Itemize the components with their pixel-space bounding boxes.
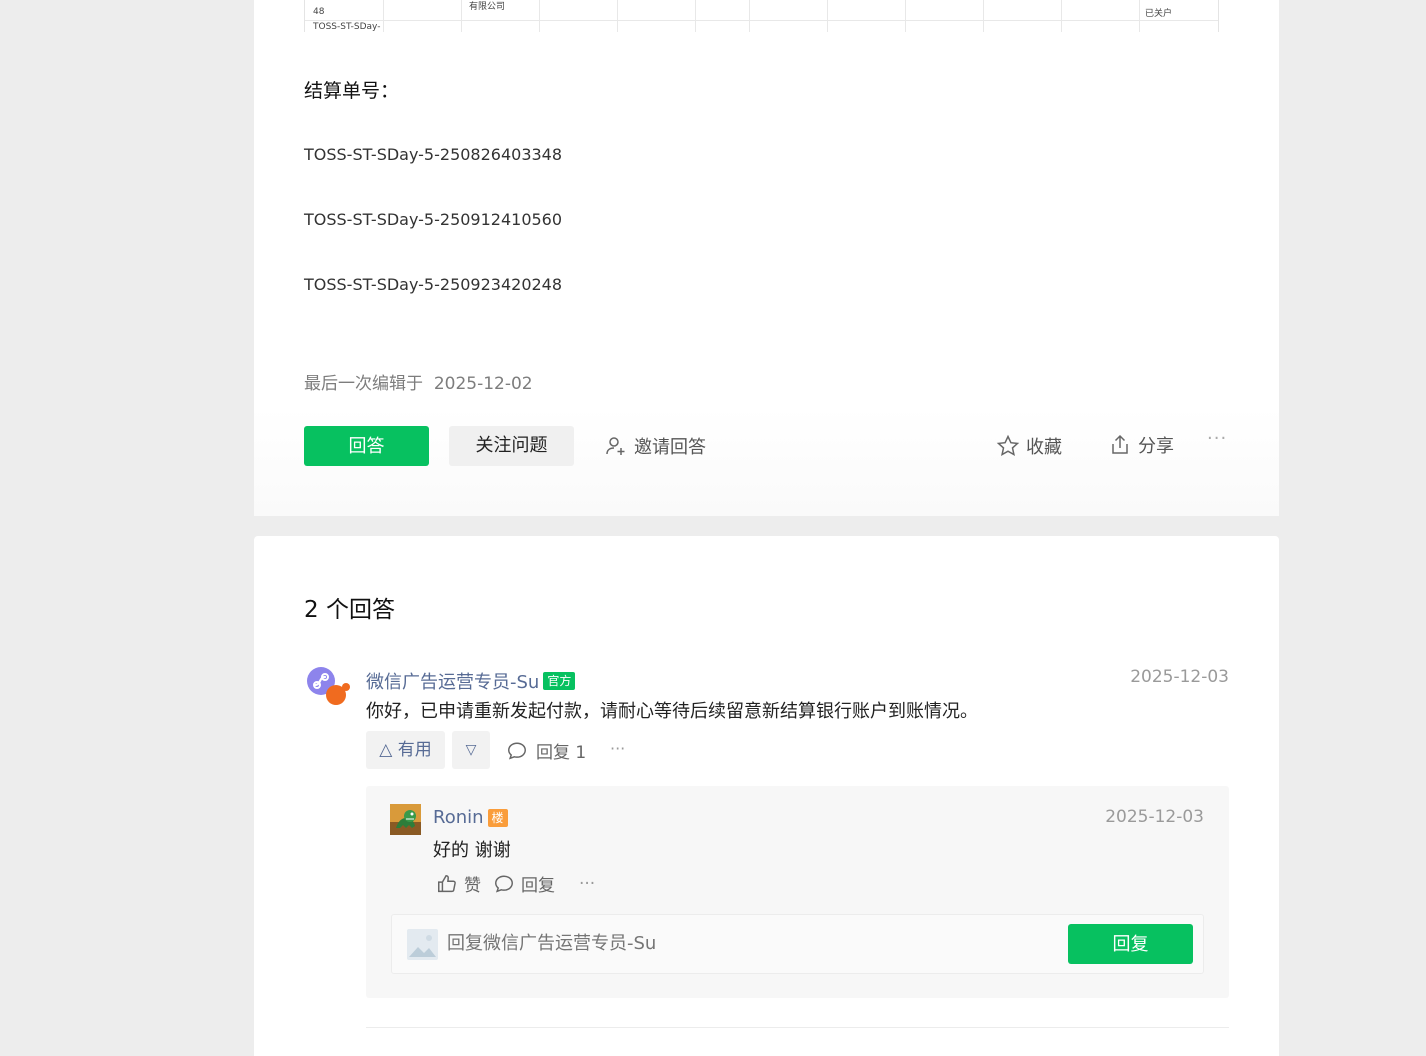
share-button[interactable]: 分享 xyxy=(1108,432,1174,458)
reply-count-label: 回复 1 xyxy=(536,743,587,763)
reply-submit-button[interactable]: 回复 xyxy=(1068,924,1193,964)
table-cell: 已关户 xyxy=(1145,9,1173,19)
official-badge: 官方 xyxy=(543,672,576,690)
reply-content: 好的 谢谢 xyxy=(433,840,511,861)
reply-author: Ronin 楼 xyxy=(433,807,508,828)
answer-button[interactable]: 回答 xyxy=(304,426,429,466)
table-col-divider xyxy=(827,0,828,32)
table-col-divider xyxy=(1061,0,1062,32)
more-options-button[interactable]: ··· xyxy=(1207,428,1227,449)
question-card: 48 有限公司 TOSS-ST-SDay- 已关户 结算单号： TOSS-ST-… xyxy=(254,0,1279,516)
answer-author: 微信广告运营专员-Su 官方 xyxy=(366,668,576,694)
reply-count-button[interactable]: 回复 1 xyxy=(506,738,586,763)
table-col-divider xyxy=(983,0,984,32)
table-cell: 48 xyxy=(313,7,325,17)
table-col-divider xyxy=(383,0,384,32)
answer-more-button[interactable]: ··· xyxy=(610,739,625,758)
like-button[interactable]: 赞 xyxy=(464,871,481,896)
collect-label: 收藏 xyxy=(1026,437,1062,458)
last-edited-label: 最后一次编辑于 xyxy=(304,374,423,394)
reply-input-box: 回复 xyxy=(391,914,1204,974)
table-col-divider xyxy=(695,0,696,32)
avatar[interactable] xyxy=(390,804,421,835)
settlement-label: 结算单号： xyxy=(304,80,400,102)
reply-actions: 赞 回复 ··· xyxy=(436,871,595,896)
person-add-icon xyxy=(606,437,625,455)
table-cell: TOSS-ST-SDay- xyxy=(313,22,381,32)
collect-button[interactable]: 收藏 xyxy=(996,433,1062,459)
table-col-divider xyxy=(1139,0,1140,32)
table-cell: 有限公司 xyxy=(469,2,506,12)
share-icon xyxy=(1112,434,1128,454)
star-icon xyxy=(996,434,1020,456)
share-label: 分享 xyxy=(1138,436,1174,457)
settlement-order-number: TOSS-ST-SDay-5-250923420248 xyxy=(304,275,563,294)
reply-date: 2025-12-03 xyxy=(1105,807,1204,827)
comment-bubble-icon xyxy=(508,741,526,760)
question-action-bar: 回答 关注问题 邀请回答 收藏 分享 ··· xyxy=(254,406,1279,516)
reply-author-name-link[interactable]: Ronin xyxy=(433,807,484,828)
invite-answer-button[interactable]: 邀请回答 xyxy=(604,433,706,459)
table-col-divider xyxy=(749,0,750,32)
answers-count: 2 个回答 xyxy=(304,597,395,623)
table-col-divider xyxy=(905,0,906,32)
floor-owner-badge: 楼 xyxy=(487,808,508,827)
image-placeholder-icon xyxy=(407,929,438,960)
answer-date: 2025-12-03 xyxy=(1130,667,1229,687)
answer-divider xyxy=(366,1027,1229,1028)
reply-thread: Ronin 楼 2025-12-03 好的 谢谢 赞 回复 ··· 回复 xyxy=(366,786,1229,998)
useful-button[interactable]: △ 有用 xyxy=(366,731,445,769)
follow-question-button[interactable]: 关注问题 xyxy=(449,426,574,466)
thumb-up-icon[interactable] xyxy=(436,873,458,895)
answers-card: 2 个回答 微信广告运营专员-Su 官方 2025-12-03 你好，已申请重新… xyxy=(254,536,1279,1056)
invite-answer-label: 邀请回答 xyxy=(634,437,706,458)
table-col-divider xyxy=(617,0,618,32)
settlement-order-number: TOSS-ST-SDay-5-250912410560 xyxy=(304,210,563,229)
comment-bubble-icon[interactable] xyxy=(493,873,515,895)
table-row-divider xyxy=(305,20,1218,21)
downvote-button[interactable]: ▽ xyxy=(452,731,490,769)
reply-more-button[interactable]: ··· xyxy=(579,874,595,894)
settlement-order-number: TOSS-ST-SDay-5-250826403348 xyxy=(304,145,563,164)
answer-content: 你好，已申请重新发起付款，请耐心等待后续留意新结算银行账户到账情况。 xyxy=(366,701,978,722)
screenshot-table-fragment: 48 有限公司 TOSS-ST-SDay- 已关户 xyxy=(304,0,1219,32)
table-col-divider xyxy=(461,0,462,32)
last-edited-date: 2025-12-02 xyxy=(433,374,533,394)
reply-button[interactable]: 回复 xyxy=(521,871,555,896)
last-edited: 最后一次编辑于 2025-12-02 xyxy=(304,369,533,394)
avatar[interactable] xyxy=(306,666,352,708)
table-col-divider xyxy=(539,0,540,32)
author-name-link[interactable]: 微信广告运营专员-Su xyxy=(366,668,539,694)
reply-input[interactable] xyxy=(447,933,1007,954)
